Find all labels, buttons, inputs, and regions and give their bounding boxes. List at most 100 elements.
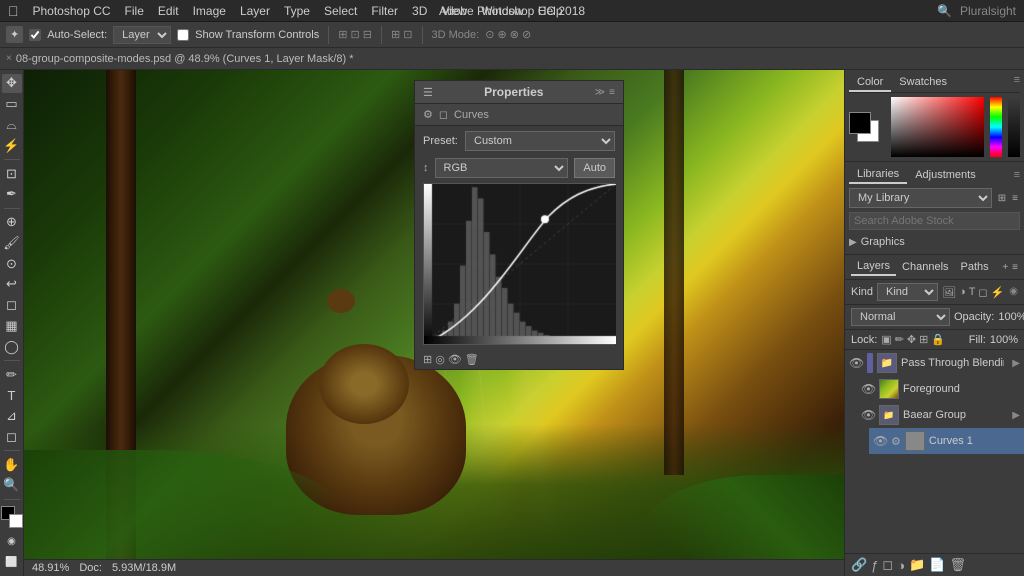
shape-filter-icon[interactable]: ◻ xyxy=(978,286,987,299)
graphics-arrow[interactable]: ▶ xyxy=(849,237,857,248)
panel-expand-icon[interactable]: ≫ xyxy=(595,87,605,98)
auto-select-dropdown[interactable]: Layer xyxy=(113,26,171,44)
clone-tool[interactable]: ⊙ xyxy=(2,254,22,273)
dodge-tool[interactable]: ◯ xyxy=(2,337,22,356)
layers-menu-icon[interactable]: ≡ xyxy=(1012,262,1018,273)
pen-tool[interactable]: ✏ xyxy=(2,365,22,384)
menu-select[interactable]: Select xyxy=(324,4,357,18)
lock-transparent-icon[interactable]: ▣ xyxy=(881,333,891,346)
lasso-tool[interactable]: ⌓ xyxy=(2,116,22,135)
layer-visibility-eye-2[interactable]: 👁 xyxy=(861,382,875,396)
lock-paint-icon[interactable]: ✏ xyxy=(895,333,904,346)
eyedropper-tool[interactable]: ✒ xyxy=(2,185,22,204)
lib-grid-view[interactable]: ⊞ xyxy=(996,191,1008,206)
library-dropdown[interactable]: My Library xyxy=(849,188,992,208)
fill-value[interactable]: 100% xyxy=(990,334,1018,346)
rgb-channel-dropdown[interactable]: RGB Red Green Blue xyxy=(435,158,569,178)
menu-3d[interactable]: 3D xyxy=(412,4,427,18)
layer-item-bear-group[interactable]: 👁 📁 Baear Group ▶ xyxy=(857,402,1024,428)
new-group-btn[interactable]: 📁 xyxy=(909,557,925,573)
filter-toggle[interactable]: ◉ xyxy=(1009,286,1018,299)
text-filter-icon[interactable]: T xyxy=(969,286,976,299)
marquee-tool[interactable]: ▭ xyxy=(2,95,22,114)
clip-icon[interactable]: ◎ xyxy=(435,353,445,366)
show-transform-checkbox[interactable] xyxy=(177,29,189,41)
adjustment-filter-icon[interactable]: ◑ xyxy=(959,286,966,299)
eraser-tool[interactable]: ◻ xyxy=(2,296,22,315)
foreground-color-box[interactable] xyxy=(849,112,871,134)
magic-wand-tool[interactable]: ⚡ xyxy=(2,136,22,155)
tab-filename[interactable]: 08-group-composite-modes.psd @ 48.9% (Cu… xyxy=(16,53,354,65)
add-style-icon[interactable]: ƒ xyxy=(871,558,878,573)
menu-file[interactable]: File xyxy=(125,4,144,18)
apple-menu[interactable]:  xyxy=(8,3,19,19)
layer-item-curves[interactable]: 👁 ⚙ Curves 1 xyxy=(869,428,1024,454)
path-tool[interactable]: ⊿ xyxy=(2,407,22,426)
paths-tab[interactable]: Paths xyxy=(955,259,995,275)
zoom-tool[interactable]: 🔍 xyxy=(2,476,22,495)
add-mask-icon[interactable]: ◻ xyxy=(882,557,893,573)
layer-visibility-eye-4[interactable]: 👁 xyxy=(873,434,887,448)
hue-bar[interactable] xyxy=(990,97,1002,157)
color-picker[interactable] xyxy=(891,97,984,157)
blend-mode-dropdown[interactable]: Normal Pass Through Multiply Screen xyxy=(851,308,950,326)
smart-filter-icon[interactable]: ⚡ xyxy=(991,286,1005,299)
tab-close-button[interactable]: × xyxy=(6,53,12,64)
panel-menu-icon[interactable]: ≡ xyxy=(609,87,615,98)
history-tool[interactable]: ↩ xyxy=(2,275,22,294)
channels-tab[interactable]: Channels xyxy=(896,259,954,275)
curves-graph[interactable] xyxy=(423,183,615,345)
background-color-swatch[interactable] xyxy=(9,514,23,528)
lock-position-icon[interactable]: ✥ xyxy=(907,333,916,346)
opacity-value[interactable]: 100% xyxy=(998,311,1024,323)
color-panel-menu[interactable]: ≡ xyxy=(1014,74,1020,92)
opacity-bar[interactable] xyxy=(1008,97,1020,157)
bear-group-expand-arrow[interactable]: ▶ xyxy=(1012,410,1020,421)
new-layer-btn[interactable]: 📄 xyxy=(929,557,945,573)
layer-item-foreground[interactable]: 👁 Foreground xyxy=(857,376,1024,402)
lock-artboard-icon[interactable]: ⊞ xyxy=(919,333,928,346)
brush-tool[interactable]: 🖌 xyxy=(2,233,22,252)
adjustment-layer-icon[interactable]: ◑ xyxy=(897,558,905,573)
lock-all-icon[interactable]: 🔒 xyxy=(931,333,945,346)
menu-photoshop[interactable]: Photoshop CC xyxy=(33,4,111,18)
heal-tool[interactable]: ⊕ xyxy=(2,213,22,232)
menu-edit[interactable]: Edit xyxy=(158,4,179,18)
menu-layer[interactable]: Layer xyxy=(240,4,270,18)
gradient-tool[interactable]: ▦ xyxy=(2,317,22,336)
new-group-icon[interactable]: + xyxy=(1002,262,1008,273)
pixel-filter-icon[interactable]: 🖼 xyxy=(942,286,956,299)
layers-tab[interactable]: Layers xyxy=(851,258,896,276)
layer-visibility-eye[interactable]: 👁 xyxy=(849,356,863,370)
menu-image[interactable]: Image xyxy=(193,4,226,18)
quick-mask-btn[interactable]: ◉ xyxy=(2,532,22,551)
shape-tool[interactable]: ◻ xyxy=(2,428,22,447)
search-icon[interactable]: 🔍 xyxy=(937,4,952,18)
color-tab[interactable]: Color xyxy=(849,74,891,92)
lib-search-input[interactable] xyxy=(849,212,1020,230)
auto-button[interactable]: Auto xyxy=(574,158,615,178)
lib-list-view[interactable]: ≡ xyxy=(1010,191,1020,206)
menu-filter[interactable]: Filter xyxy=(371,4,398,18)
auto-select-checkbox[interactable] xyxy=(29,29,41,41)
menu-type[interactable]: Type xyxy=(284,4,310,18)
group-expand-arrow[interactable]: ▶ xyxy=(1012,358,1020,369)
screen-mode-btn[interactable]: ⬜ xyxy=(2,553,22,572)
delete-layer-btn[interactable]: 🗑 xyxy=(949,557,966,573)
link-layers-icon[interactable]: 🔗 xyxy=(851,557,867,573)
layer-item-pass-through[interactable]: 👁 📁 Pass Through Blending ▶ xyxy=(845,350,1024,376)
libraries-tab[interactable]: Libraries xyxy=(849,166,907,184)
hand-tool[interactable]: ✋ xyxy=(2,455,22,474)
delete-icon[interactable]: 🗑 xyxy=(465,353,479,366)
lib-menu-icon[interactable]: ≡ xyxy=(1014,169,1020,181)
adjustments-tab[interactable]: Adjustments xyxy=(907,167,984,183)
visibility-icon[interactable]: 👁 xyxy=(448,353,462,366)
preset-dropdown[interactable]: Custom xyxy=(465,131,615,151)
swatches-tab[interactable]: Swatches xyxy=(891,74,955,92)
text-tool[interactable]: T xyxy=(2,386,22,405)
move-tool[interactable]: ✥ xyxy=(2,74,22,93)
kind-dropdown[interactable]: Kind xyxy=(877,283,938,301)
layer-visibility-eye-3[interactable]: 👁 xyxy=(861,408,875,422)
crop-tool[interactable]: ⊡ xyxy=(2,164,22,183)
layer-icon[interactable]: ⊞ xyxy=(423,353,432,366)
